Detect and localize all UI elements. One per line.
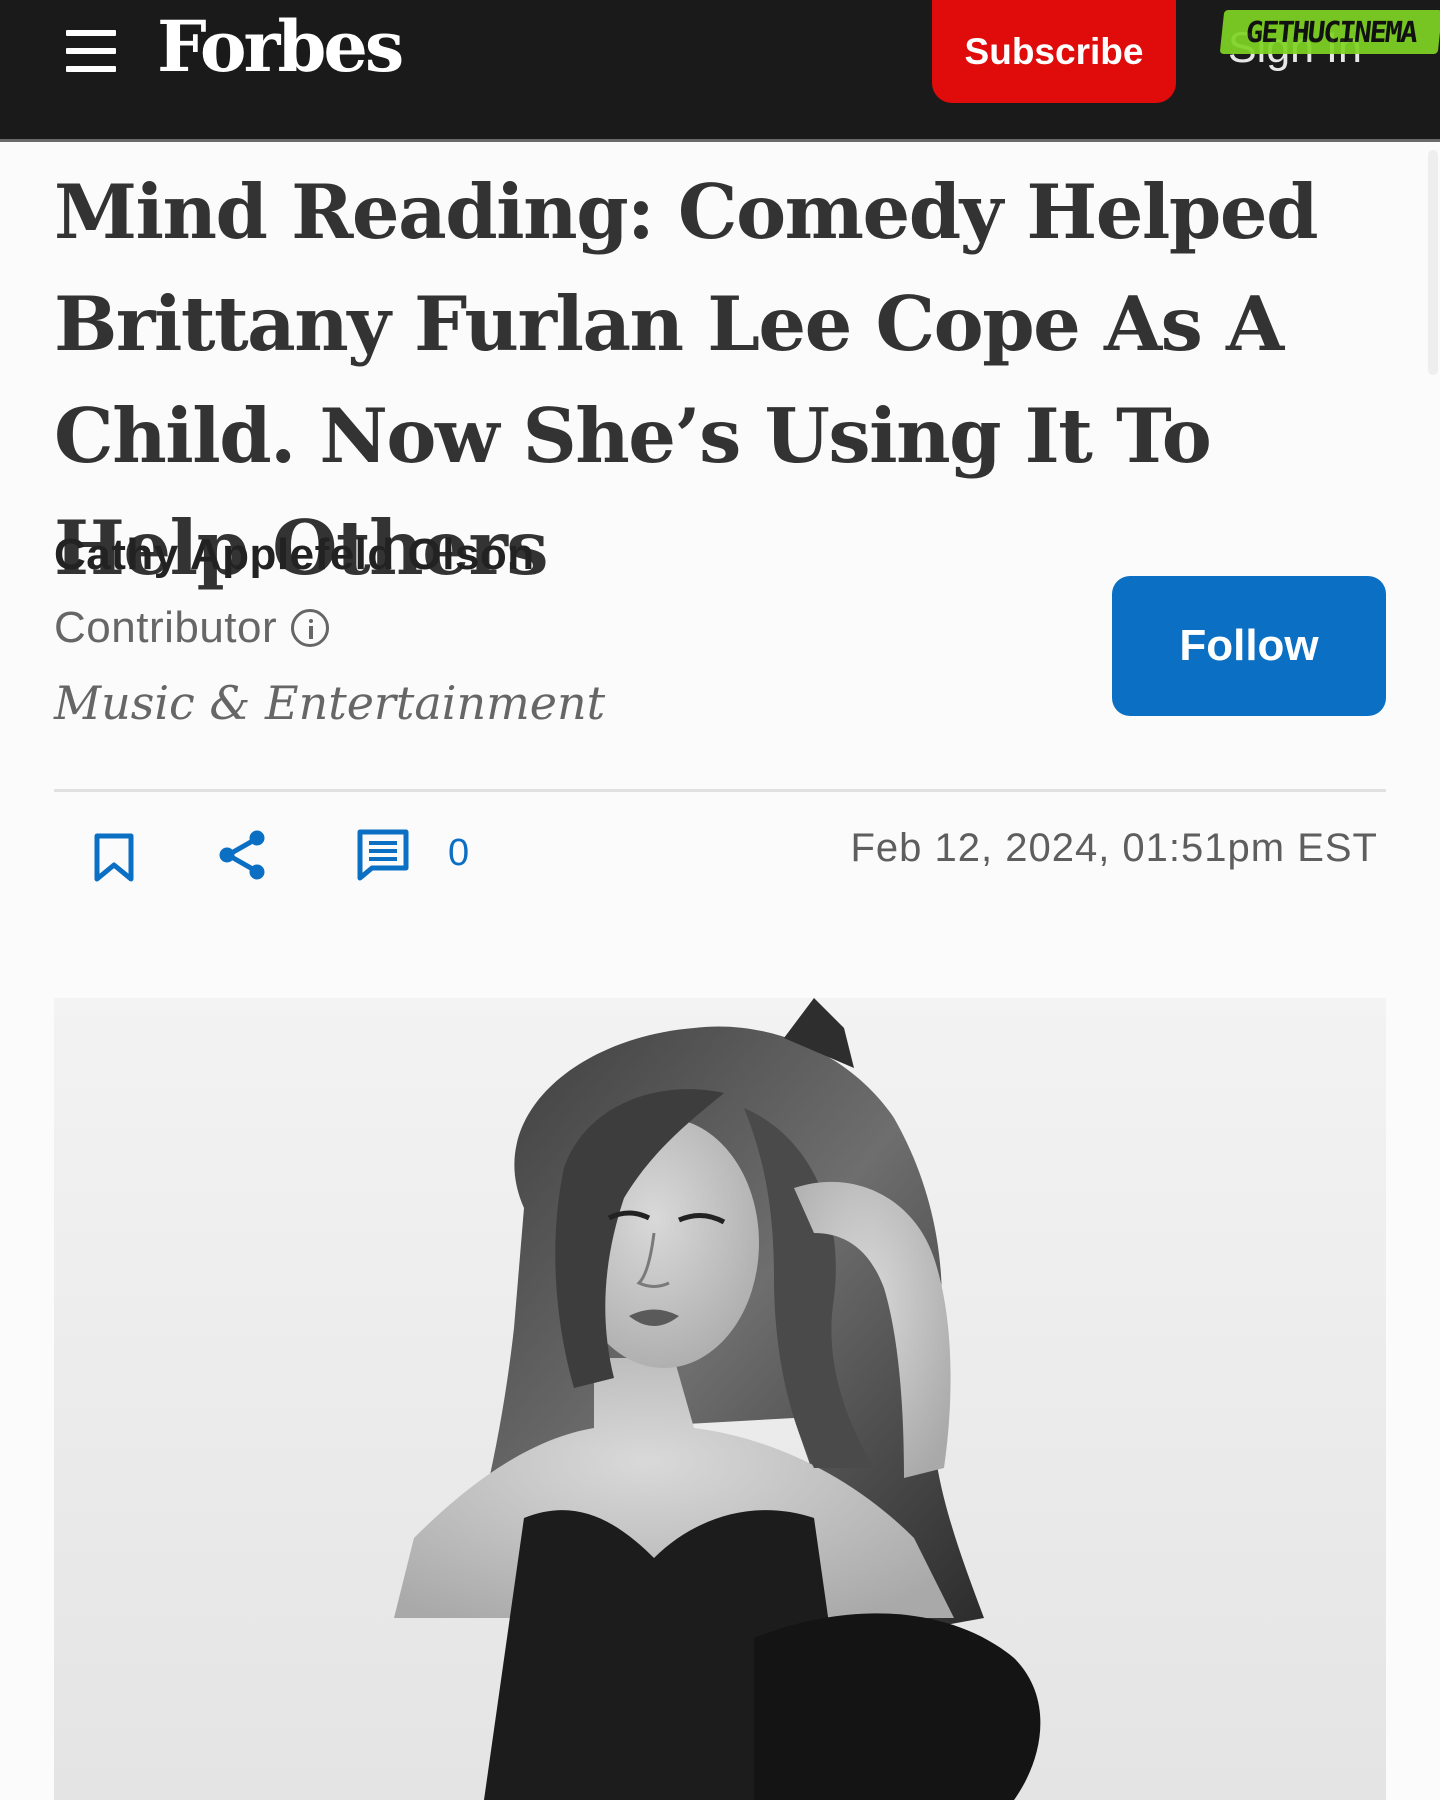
share-icon[interactable] bbox=[216, 828, 270, 882]
watermark-logo: GETHUCINEMA bbox=[1219, 10, 1440, 54]
author-role: Contributor bbox=[54, 603, 330, 653]
section-divider bbox=[54, 789, 1386, 792]
comment-count[interactable]: 0 bbox=[448, 832, 469, 875]
info-icon[interactable] bbox=[291, 609, 330, 647]
author-role-label: Contributor bbox=[54, 603, 278, 652]
article-hero-photo bbox=[54, 998, 1386, 1800]
follow-button[interactable]: Follow bbox=[1112, 576, 1386, 716]
scrollbar[interactable] bbox=[1428, 150, 1438, 375]
bookmark-icon[interactable] bbox=[92, 832, 136, 884]
portrait-illustration bbox=[54, 998, 1386, 1800]
publish-date: Feb 12, 2024, 01:51pm EST bbox=[850, 826, 1378, 870]
forbes-logo[interactable]: Forbes bbox=[157, 4, 404, 90]
article-section[interactable]: Music & Entertainment bbox=[54, 676, 605, 730]
hamburger-menu-icon[interactable] bbox=[64, 26, 120, 76]
comment-icon[interactable] bbox=[356, 828, 410, 882]
header-divider bbox=[0, 139, 1440, 142]
subscribe-button[interactable]: Subscribe bbox=[932, 0, 1176, 103]
author-name[interactable]: Cathy Applefeld Olson bbox=[54, 530, 535, 580]
top-navigation-bar: Forbes Subscribe Sign In GETHUCINEMA bbox=[0, 0, 1440, 142]
